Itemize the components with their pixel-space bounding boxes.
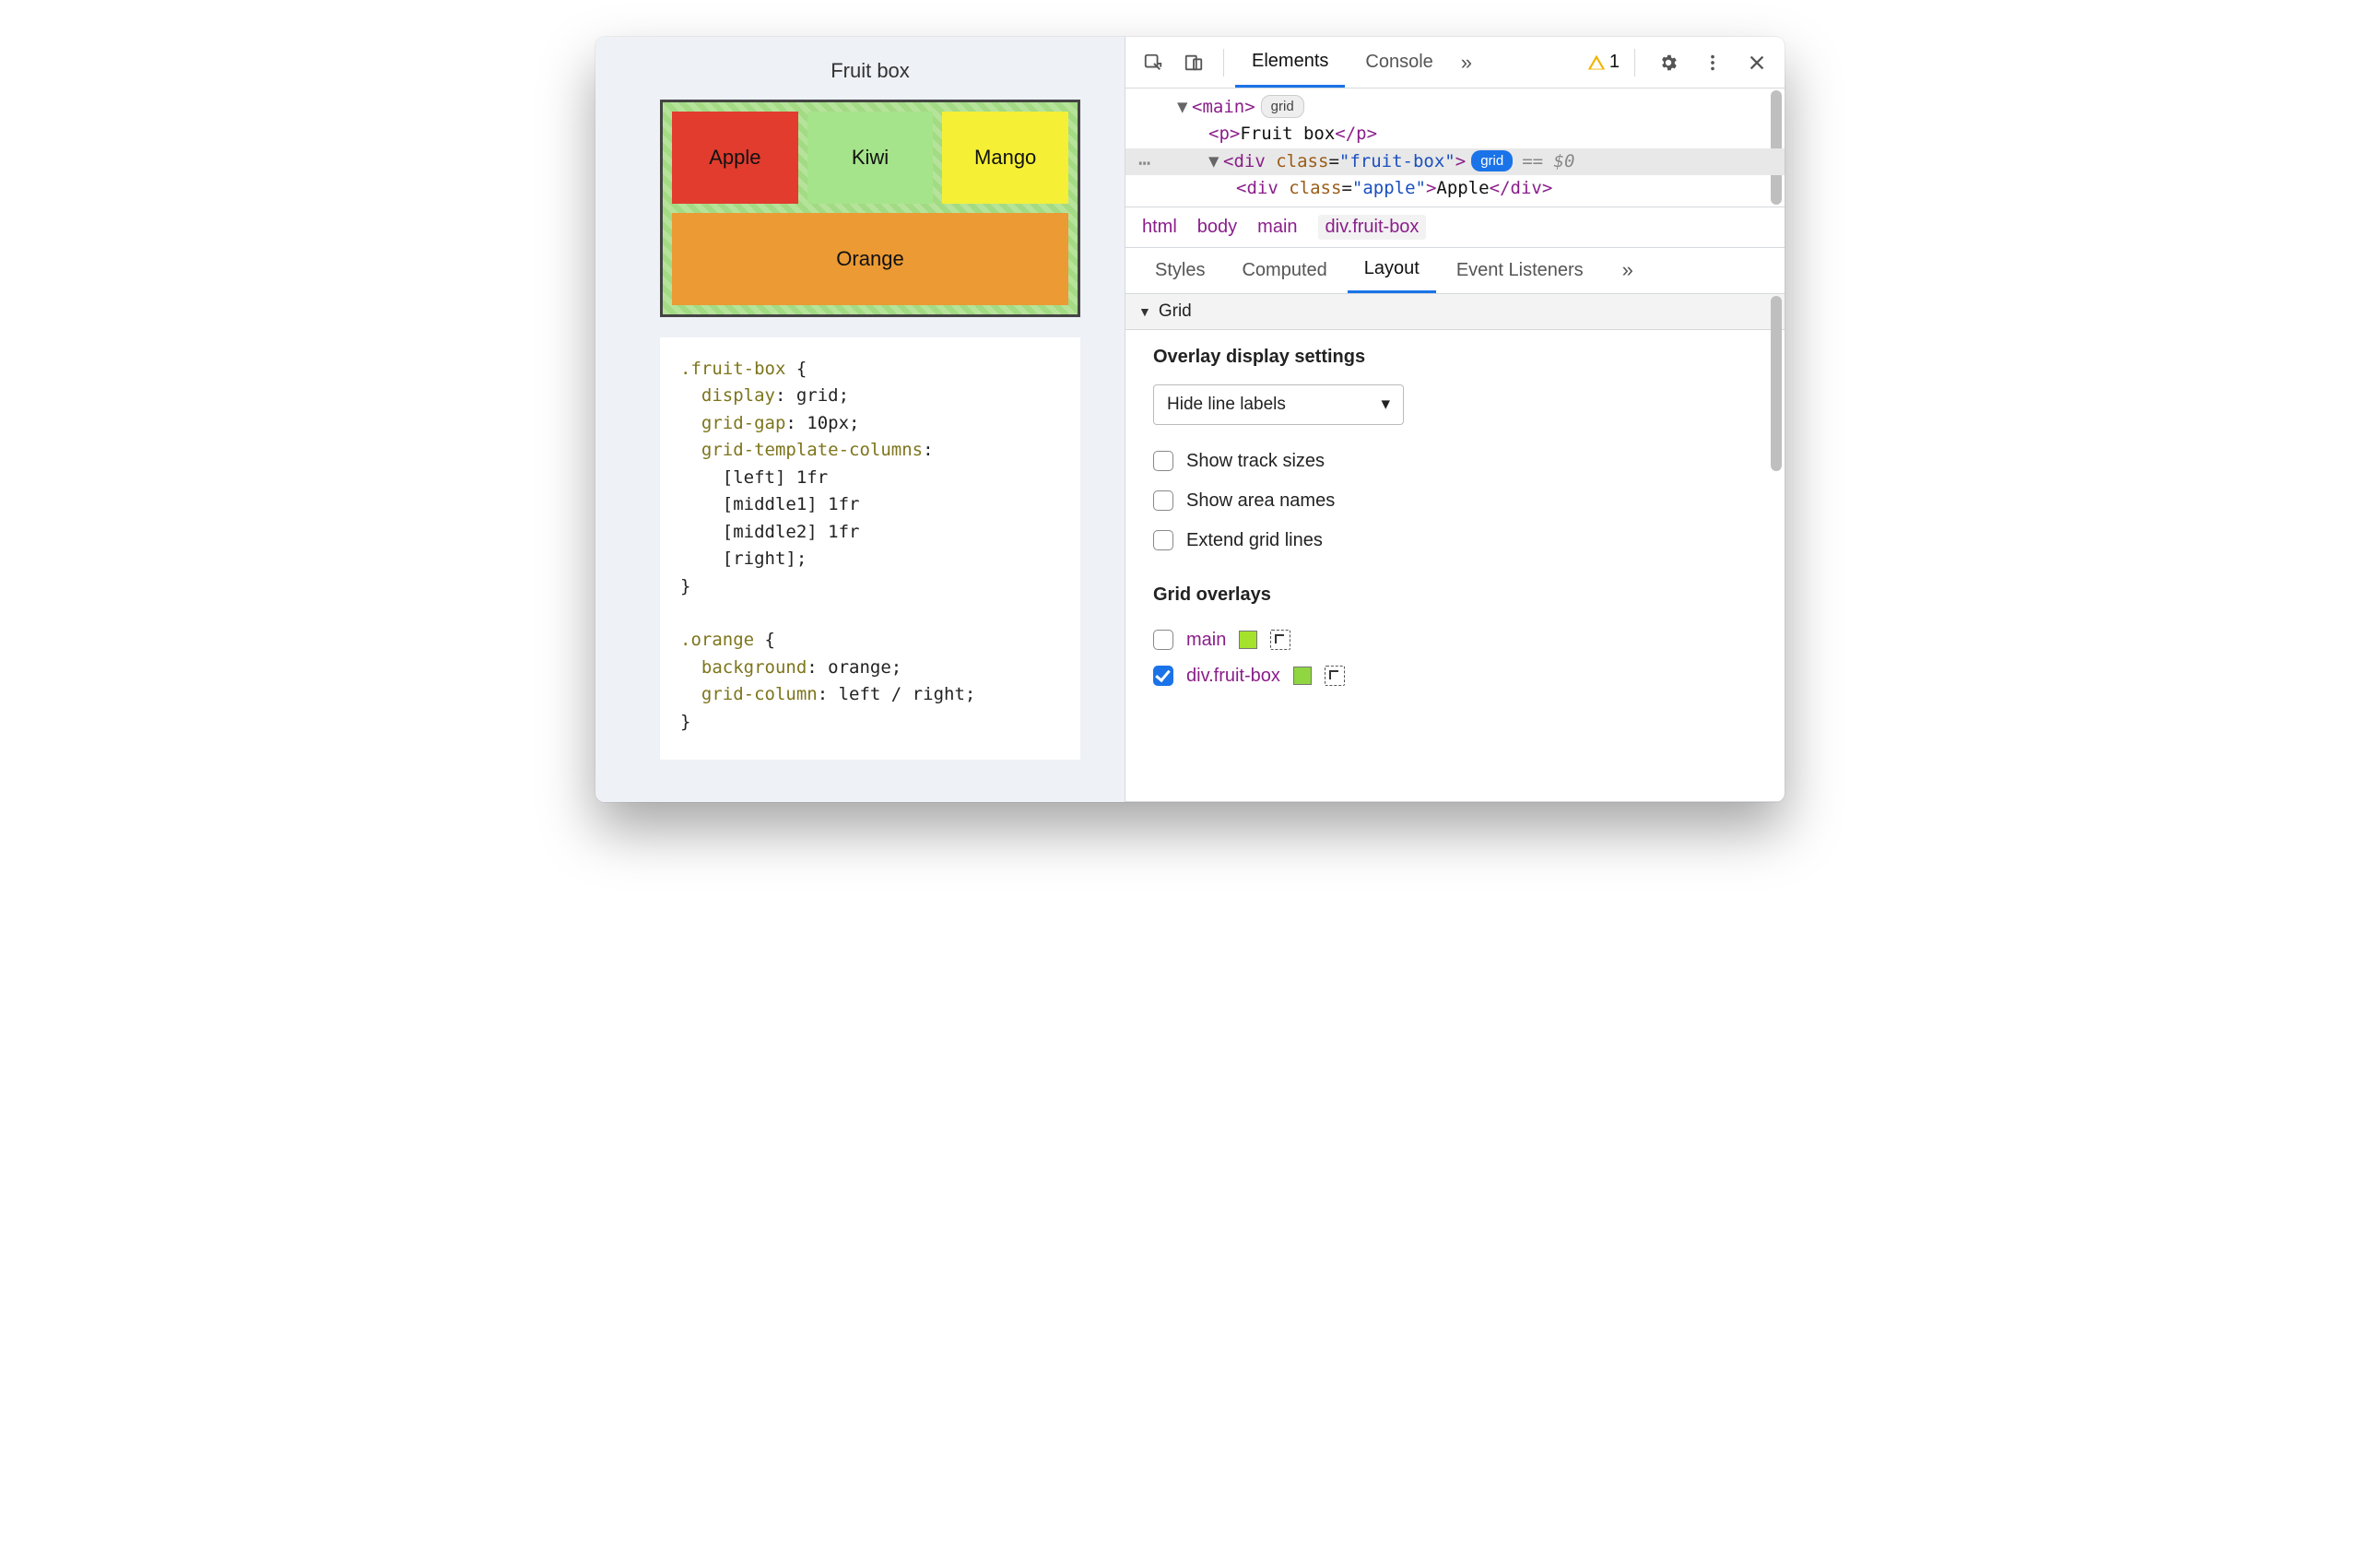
grid-cell-orange: Orange (672, 213, 1068, 305)
overlay-settings-heading: Overlay display settings (1153, 347, 1757, 368)
breadcrumb: html body main div.fruit-box (1125, 207, 1785, 248)
tab-elements[interactable]: Elements (1235, 37, 1345, 88)
highlight-icon[interactable] (1270, 630, 1290, 650)
select-value: Hide line labels (1167, 395, 1286, 415)
gear-icon[interactable] (1650, 44, 1687, 81)
grid-overlay-main[interactable]: main (1153, 622, 1757, 658)
inspect-element-icon[interactable] (1135, 44, 1172, 81)
overlay-name: div.fruit-box (1186, 666, 1280, 687)
grid-section-header[interactable]: ▼ Grid (1125, 294, 1785, 330)
devtools-top-tabbar: Elements Console » 1 (1125, 37, 1785, 89)
css-code-block: .fruit-box { display: grid; grid-gap: 10… (660, 337, 1080, 760)
breadcrumb-html[interactable]: html (1142, 217, 1177, 238)
dom-node-p[interactable]: <p>Fruit box</p> (1125, 121, 1785, 148)
checkbox[interactable] (1153, 630, 1173, 650)
dom-node-main[interactable]: ▼<main>grid (1125, 94, 1785, 121)
grid-overlays-heading: Grid overlays (1153, 584, 1757, 606)
color-swatch[interactable] (1239, 631, 1257, 649)
warning-badge[interactable]: 1 (1587, 52, 1620, 73)
layout-grid-section: ▼ Grid Overlay display settings Hide lin… (1125, 294, 1785, 802)
tab-console[interactable]: Console (1349, 37, 1449, 88)
warning-count: 1 (1609, 52, 1620, 73)
more-subtabs-icon[interactable]: » (1615, 258, 1641, 282)
checkbox[interactable] (1153, 666, 1173, 686)
breadcrumb-div-fruit-box[interactable]: div.fruit-box (1318, 215, 1427, 240)
option-label: Extend grid lines (1186, 530, 1323, 551)
option-extend-grid-lines[interactable]: Extend grid lines (1153, 521, 1757, 561)
option-label: Show area names (1186, 490, 1335, 512)
subtab-computed[interactable]: Computed (1225, 248, 1343, 293)
devtools-panel: Elements Console » 1 (1125, 37, 1785, 802)
option-label: Show track sizes (1186, 451, 1325, 472)
disclosure-triangle-icon: ▼ (1138, 304, 1151, 319)
page-title: Fruit box (660, 59, 1080, 83)
overlay-name: main (1186, 630, 1226, 651)
color-swatch[interactable] (1293, 667, 1312, 685)
checkbox[interactable] (1153, 490, 1173, 511)
separator (1223, 49, 1224, 77)
styles-subtabs: Styles Computed Layout Event Listeners » (1125, 248, 1785, 294)
line-labels-select[interactable]: Hide line labels ▾ (1153, 384, 1404, 425)
option-show-area-names[interactable]: Show area names (1153, 481, 1757, 521)
dom-tree[interactable]: ▼<main>grid <p>Fruit box</p> ▼<div class… (1125, 89, 1785, 207)
rendered-page-panel: Fruit box Apple Kiwi Mango Orange .fruit… (595, 37, 1125, 802)
chevron-down-icon: ▾ (1381, 394, 1390, 415)
dom-node-fruit-box[interactable]: ▼<div class="fruit-box">grid== $0 (1125, 148, 1785, 175)
close-icon[interactable] (1738, 44, 1775, 81)
subtab-styles[interactable]: Styles (1138, 248, 1221, 293)
scrollbar-thumb[interactable] (1771, 90, 1782, 205)
grid-cell-mango: Mango (942, 112, 1068, 204)
dom-node-apple[interactable]: <div class="apple">Apple</div> (1125, 175, 1785, 202)
highlight-icon[interactable] (1325, 666, 1345, 686)
breadcrumb-body[interactable]: body (1197, 217, 1237, 238)
devtools-window: Fruit box Apple Kiwi Mango Orange .fruit… (595, 37, 1785, 802)
more-tabs-icon[interactable]: » (1454, 51, 1479, 75)
option-show-track-sizes[interactable]: Show track sizes (1153, 442, 1757, 481)
kebab-menu-icon[interactable] (1694, 44, 1731, 81)
grid-cell-kiwi: Kiwi (807, 112, 934, 204)
breadcrumb-main[interactable]: main (1257, 217, 1297, 238)
subtab-layout[interactable]: Layout (1348, 248, 1436, 293)
grid-cell-apple: Apple (672, 112, 798, 204)
separator (1634, 49, 1635, 77)
checkbox[interactable] (1153, 451, 1173, 471)
checkbox[interactable] (1153, 530, 1173, 550)
subtab-event-listeners[interactable]: Event Listeners (1440, 248, 1600, 293)
grid-section-title: Grid (1159, 301, 1192, 322)
fruit-box-grid: Apple Kiwi Mango Orange (660, 100, 1080, 317)
grid-overlay-fruit-box[interactable]: div.fruit-box (1153, 658, 1757, 694)
device-toolbar-icon[interactable] (1175, 44, 1212, 81)
